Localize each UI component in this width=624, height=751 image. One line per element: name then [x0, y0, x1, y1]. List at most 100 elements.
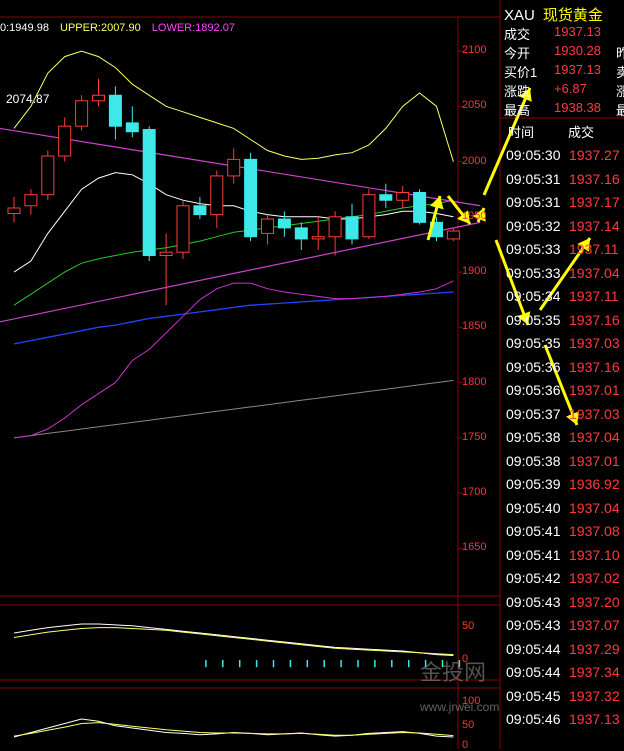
y-label: 1850 — [462, 320, 487, 333]
tick-row[interactable]: 09:05:43 1937.20 — [504, 591, 622, 614]
y-label: 2000 — [462, 154, 487, 167]
tick-row[interactable]: 09:05:33 1937.04 — [504, 262, 622, 285]
tick-row[interactable]: 09:05:38 1937.04 — [504, 426, 622, 449]
instrument-name: 现货黄金 — [542, 7, 603, 24]
tick-row[interactable]: 09:05:33 1937.11 — [504, 238, 622, 261]
legend-mid: 0:1949.98 — [0, 22, 49, 34]
watermark-logo: 金投网 — [420, 660, 487, 685]
tick-time: 09:05:35 — [506, 335, 561, 351]
candle-body — [108, 94, 122, 127]
tick-price: 1937.08 — [569, 523, 620, 539]
tick-price: 1937.16 — [569, 311, 620, 328]
candle-body — [75, 100, 89, 127]
tick-row[interactable]: 09:05:35 1937.16 — [504, 309, 622, 332]
ma-gray-line — [13, 379, 454, 439]
tick-row[interactable]: 09:05:39 1936.92 — [504, 473, 622, 496]
tick-price: 1937.27 — [569, 147, 620, 163]
tick-time: 09:05:31 — [506, 194, 561, 210]
tick-price: 1937.34 — [569, 664, 620, 680]
kdj-k-line — [13, 718, 454, 738]
quote-label: 成交 — [504, 27, 531, 42]
tick-row[interactable]: 09:05:45 1937.32 — [504, 685, 622, 708]
tick-row[interactable]: 09:05:31 1937.17 — [504, 191, 622, 214]
tick-row[interactable]: 09:05:44 1937.34 — [504, 661, 622, 684]
tick-price: 1937.04 — [569, 429, 620, 445]
candle-body — [311, 236, 325, 240]
quote-extra-label: 卖 — [616, 65, 624, 80]
tick-price: 1937.11 — [569, 241, 619, 257]
tick-time: 09:05:31 — [506, 170, 561, 187]
tick-time: 09:05:44 — [506, 664, 561, 680]
tick-price: 1937.32 — [569, 687, 620, 704]
tick-price: 1937.03 — [569, 335, 620, 351]
tick-row[interactable]: 09:05:46 1937.13 — [504, 708, 622, 731]
quote-panel: XAU 现货黄金 成交 1937.13 今开 1930.28 昨买价1 1937.13 卖涨跌… — [500, 0, 624, 749]
tick-price: 1937.07 — [569, 617, 620, 633]
tick-time: 09:05:32 — [506, 217, 561, 234]
tick-time: 09:05:40 — [506, 499, 561, 516]
candle-body — [227, 158, 241, 177]
candle-body — [176, 205, 190, 253]
tick-time: 09:05:33 — [506, 241, 561, 257]
high-price-label: 2074.87 — [6, 92, 50, 106]
quote-extra-label: 最 — [616, 103, 624, 118]
tick-row[interactable]: 09:05:31 1937.16 — [504, 168, 622, 191]
indicator-lines — [0, 50, 481, 439]
mid-band-line — [13, 172, 454, 273]
candle-body — [413, 192, 427, 223]
candle-body — [159, 251, 173, 257]
tick-time: 09:05:35 — [506, 311, 561, 328]
candle-body — [328, 216, 342, 238]
tick-row[interactable]: 09:05:36 1937.01 — [504, 379, 622, 402]
tick-row[interactable]: 09:05:35 1937.03 — [504, 332, 622, 355]
candle-body — [261, 218, 274, 234]
tick-row[interactable]: 09:05:37 1937.03 — [504, 403, 622, 426]
quote-label: 买价1 — [504, 65, 538, 80]
tick-row[interactable]: 09:05:41 1937.10 — [504, 544, 622, 567]
tick-row[interactable]: 09:05:32 1937.14 — [504, 215, 622, 238]
tick-price: 1937.16 — [569, 170, 620, 187]
candle-body — [244, 158, 258, 238]
tick-row[interactable]: 09:05:41 1937.08 — [504, 520, 622, 543]
candle-body — [362, 194, 376, 238]
tick-row[interactable]: 09:05:38 1937.01 — [504, 450, 622, 473]
tick-row[interactable]: 09:05:36 1937.16 — [504, 356, 622, 379]
tick-row[interactable]: 09:05:44 1937.29 — [504, 638, 622, 661]
kdj-d-line — [13, 722, 454, 737]
tick-row[interactable]: 09:05:40 1937.04 — [504, 497, 622, 520]
candle-body — [92, 94, 105, 102]
tick-price: 1937.14 — [569, 217, 620, 234]
quote-row: 成交 1937.13 — [504, 24, 624, 42]
tick-price: 1937.20 — [569, 593, 620, 610]
candle-body — [125, 122, 139, 133]
kdj-y-label: 50 — [462, 719, 475, 731]
y-label: 1800 — [462, 375, 487, 388]
ma-green-line — [13, 199, 454, 306]
quote-row: 今开 1930.28 昨 — [504, 43, 624, 61]
candle-body — [24, 194, 38, 207]
tick-price: 1937.02 — [569, 570, 620, 586]
tick-price: 1937.16 — [569, 358, 620, 375]
legend-upper: UPPER:2007.90 — [60, 22, 141, 34]
tick-row[interactable]: 09:05:34 1937.11 — [504, 285, 622, 308]
tick-row[interactable]: 09:05:43 1937.07 — [504, 614, 622, 637]
quote-label: 最高 — [504, 103, 531, 118]
tick-row[interactable]: 09:05:42 1937.02 — [504, 567, 622, 590]
tick-time: 09:05:44 — [506, 640, 561, 657]
kdj-y-label: 0 — [462, 739, 469, 751]
quote-label: 涨跌 — [504, 84, 531, 99]
macd-y-label: 50 — [462, 620, 475, 632]
tick-row[interactable]: 09:05:30 1937.27 — [504, 144, 622, 167]
y-label: 1650 — [462, 541, 487, 554]
tick-price: 1937.13 — [569, 711, 620, 727]
y-label: 1900 — [462, 265, 487, 278]
candle-body — [142, 129, 156, 257]
quote-extra-label: 昨 — [616, 46, 624, 61]
tick-time: 09:05:43 — [506, 617, 561, 633]
tick-price: 1937.01 — [569, 452, 620, 469]
legend-lower: LOWER:1892.07 — [151, 22, 235, 34]
tick-price: 1937.04 — [569, 264, 620, 281]
y-label: 1700 — [462, 486, 487, 499]
watermark-url: www.jrwei.com — [420, 700, 500, 714]
quote-extra-label: 涨 — [616, 84, 624, 99]
